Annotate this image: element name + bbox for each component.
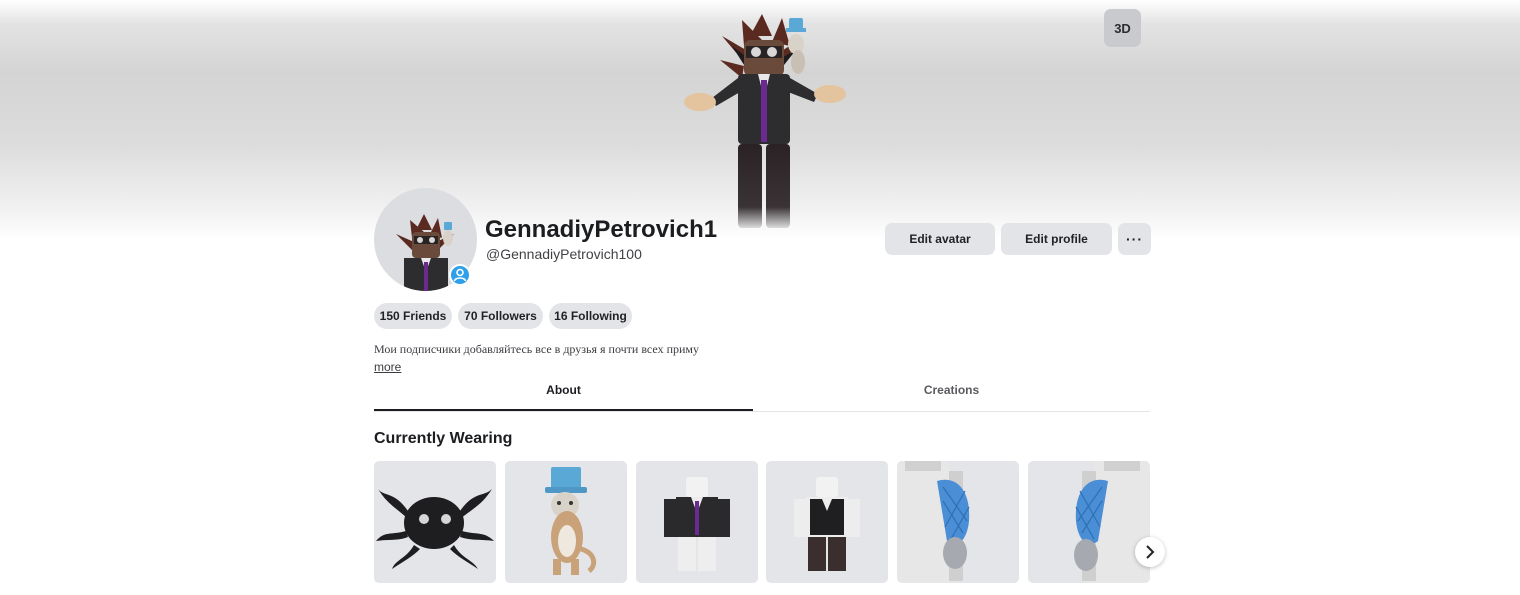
black-tentacle-head-mask-icon [376, 489, 494, 569]
user-icon [453, 268, 467, 282]
black-suit-purple-tie-shirt-icon [664, 477, 730, 571]
cat-with-blue-top-hat-icon [545, 467, 597, 575]
online-status-badge [449, 264, 471, 286]
edit-profile-button[interactable]: Edit profile [1001, 223, 1112, 255]
bio-more-link[interactable]: more [374, 360, 401, 374]
followers-count-pill[interactable]: 70 Followers [458, 303, 543, 329]
currently-wearing-title: Currently Wearing [374, 430, 513, 447]
avatar-3d-figure [684, 14, 846, 228]
wearing-item-card[interactable] [636, 461, 758, 583]
wearing-item-card[interactable] [505, 461, 627, 583]
wearing-item-card[interactable] [897, 461, 1019, 583]
friends-count-pill[interactable]: 150 Friends [374, 303, 452, 329]
chevron-right-icon [1146, 545, 1155, 559]
wearing-item-card[interactable] [766, 461, 888, 583]
username: @GennadiyPetrovich100 [486, 246, 642, 262]
following-count-pill[interactable]: 16 Following [549, 303, 632, 329]
edit-avatar-button[interactable]: Edit avatar [885, 223, 995, 255]
wearing-item-card[interactable] [374, 461, 496, 583]
tab-about[interactable]: About [374, 376, 753, 411]
black-vest-shirt-icon [794, 477, 860, 571]
blue-checkered-left-arm-icon [897, 461, 970, 583]
3d-view-toggle-button[interactable]: 3D [1104, 9, 1141, 47]
blue-checkered-right-arm-icon [1074, 461, 1150, 583]
wearing-item-card[interactable] [1028, 461, 1150, 583]
display-name: GennadiyPetrovich1 [485, 216, 718, 243]
profile-bio: Мои подписчики добавляйтесь все в друзья… [374, 342, 700, 356]
tab-creations[interactable]: Creations [762, 376, 1141, 411]
more-options-button[interactable]: ··· [1118, 223, 1151, 255]
carousel-next-button[interactable] [1135, 537, 1165, 567]
profile-tabs: About Creations [374, 376, 1150, 412]
